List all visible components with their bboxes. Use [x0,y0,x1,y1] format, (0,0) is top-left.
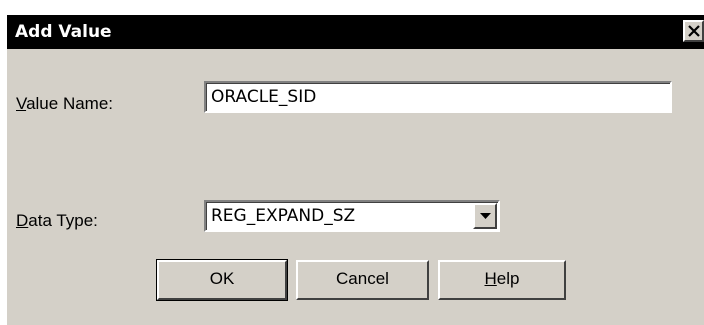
help-button[interactable]: Help [438,260,566,300]
ok-button[interactable]: OK [156,259,288,301]
value-name-mnemonic: V [16,94,27,113]
cancel-button[interactable]: Cancel [296,260,429,300]
data-type-select[interactable]: REG_EXPAND_SZ [204,200,500,232]
data-type-mnemonic: D [16,211,29,230]
data-type-label: Data Type: [16,211,98,231]
data-type-value: REG_EXPAND_SZ [211,206,356,226]
close-button[interactable] [683,20,704,42]
value-name-value: ORACLE_SID [211,87,317,107]
data-type-label-text: ata Type: [28,211,98,230]
value-name-input[interactable]: ORACLE_SID [204,81,672,113]
value-name-label-text: alue Name: [26,94,114,113]
chevron-down-icon [480,213,491,219]
help-label: elp [496,269,520,288]
value-name-label: Value Name: [16,94,113,114]
add-value-dialog: Add Value Value Name: ORACLE_SID Data Ty… [7,15,704,325]
help-mnemonic: H [484,269,497,288]
dialog-title: Add Value [15,22,112,42]
close-icon [688,25,700,37]
data-type-dropdown-button[interactable] [473,203,497,229]
title-bar: Add Value [7,15,704,49]
